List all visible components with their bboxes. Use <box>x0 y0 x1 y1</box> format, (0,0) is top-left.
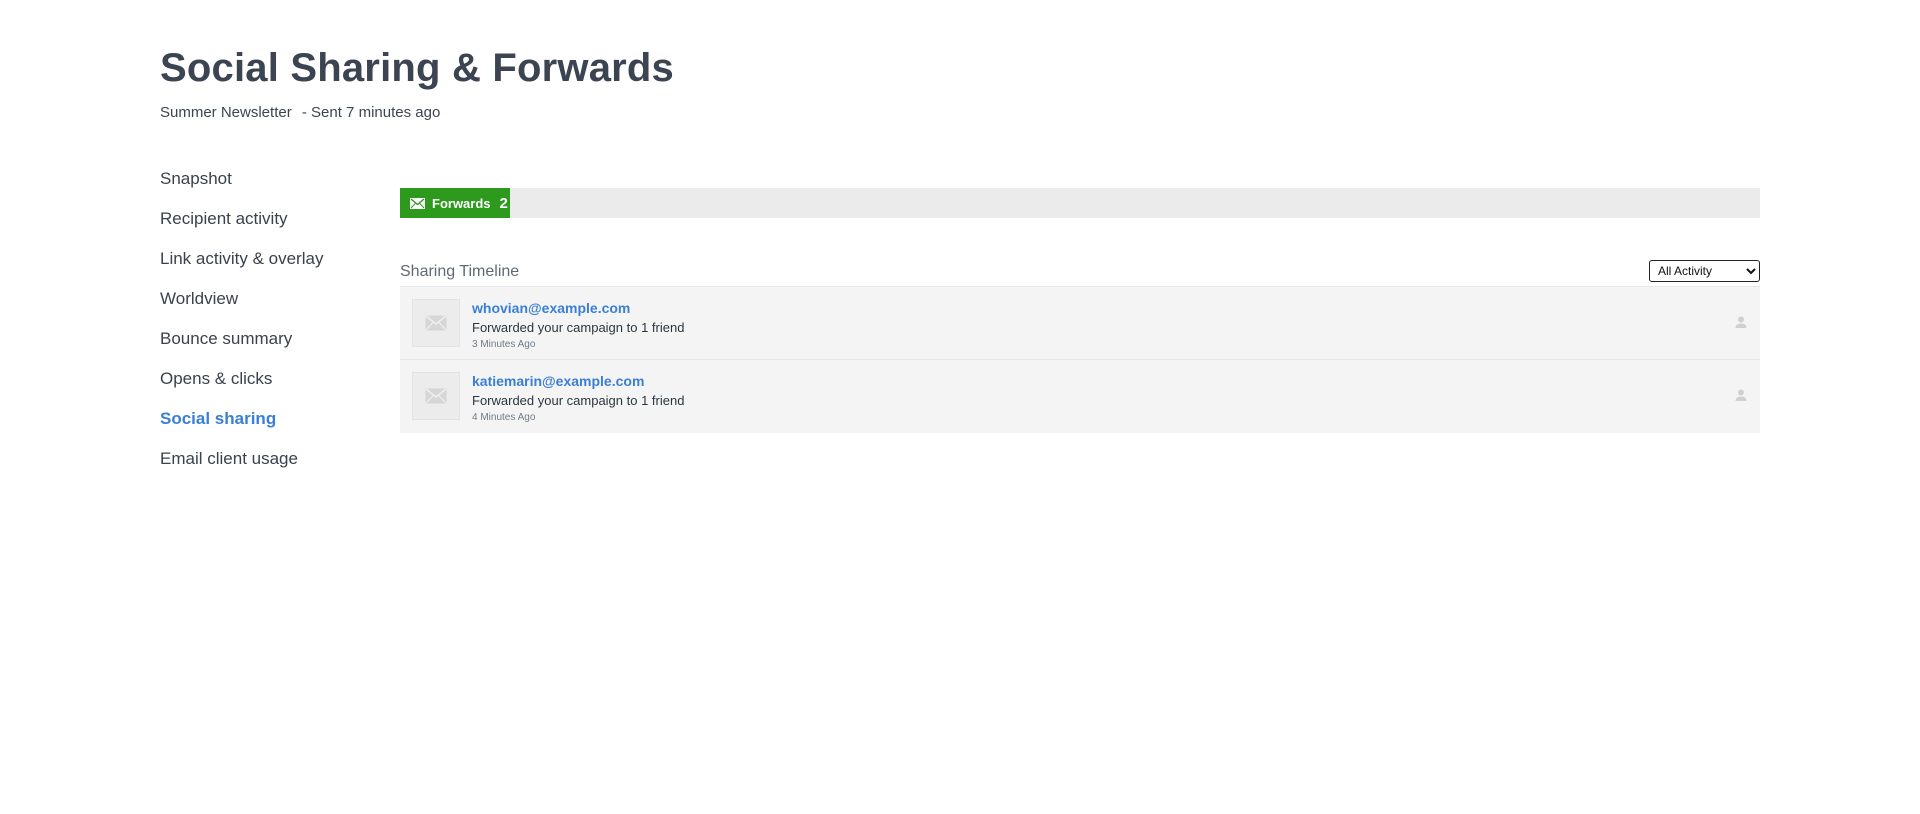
person-icon[interactable] <box>1734 315 1748 329</box>
sidebar-item-snapshot[interactable]: Snapshot <box>160 162 380 202</box>
activity-filter-select[interactable]: All Activity <box>1649 260 1760 282</box>
sidebar-item-recipient-activity[interactable]: Recipient activity <box>160 202 380 242</box>
campaign-name: Summer Newsletter <box>160 104 292 121</box>
envelope-icon <box>425 315 447 331</box>
page-header: Social Sharing & Forwards Summer Newslet… <box>160 44 674 121</box>
report-sidebar: Snapshot Recipient activity Link activit… <box>160 162 380 482</box>
recipient-email-link[interactable]: whovian@example.com <box>472 300 630 316</box>
activity-time: 4 Minutes Ago <box>472 412 536 423</box>
sent-time: - Sent 7 minutes ago <box>301 104 441 121</box>
campaign-subtitle: Summer Newsletter - Sent 7 minutes ago <box>160 104 674 121</box>
forwards-count: 2 <box>499 194 508 212</box>
activity-time: 3 Minutes Ago <box>472 339 536 350</box>
activity-description: Forwarded your campaign to 1 friend <box>472 320 685 335</box>
forwards-badge[interactable]: Forwards 2 <box>400 188 510 218</box>
person-icon[interactable] <box>1734 388 1748 402</box>
sidebar-item-email-client-usage[interactable]: Email client usage <box>160 442 380 482</box>
activity-description: Forwarded your campaign to 1 friend <box>472 393 685 408</box>
email-thumbnail <box>412 372 460 420</box>
timeline-title: Sharing Timeline <box>400 263 520 280</box>
sharing-timeline: whovian@example.com Forwarded your campa… <box>400 286 1760 433</box>
sidebar-item-link-activity[interactable]: Link activity & overlay <box>160 242 380 282</box>
timeline-row: whovian@example.com Forwarded your campa… <box>400 287 1760 360</box>
main-content: Forwards 2 Sharing Timeline All Activity <box>400 188 1760 433</box>
sidebar-item-bounce-summary[interactable]: Bounce summary <box>160 322 380 362</box>
page: Social Sharing & Forwards Summer Newslet… <box>0 0 1920 814</box>
timeline-row: katiemarin@example.com Forwarded your ca… <box>400 360 1760 433</box>
envelope-icon <box>410 197 425 209</box>
envelope-icon <box>425 388 447 404</box>
stats-bar: Forwards 2 <box>400 188 1760 218</box>
forwards-label: Forwards <box>432 195 491 211</box>
sidebar-item-opens-clicks[interactable]: Opens & clicks <box>160 362 380 402</box>
sidebar-item-social-sharing[interactable]: Social sharing <box>160 402 380 442</box>
email-thumbnail <box>412 299 460 347</box>
recipient-email-link[interactable]: katiemarin@example.com <box>472 373 644 389</box>
timeline-header: Sharing Timeline All Activity <box>400 260 1760 282</box>
page-title: Social Sharing & Forwards <box>160 46 675 90</box>
sidebar-item-worldview[interactable]: Worldview <box>160 282 380 322</box>
